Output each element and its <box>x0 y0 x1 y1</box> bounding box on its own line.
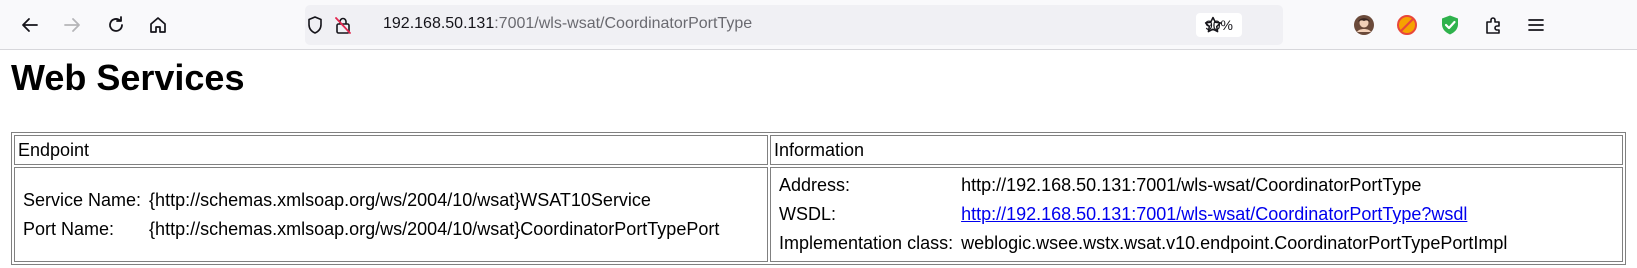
check-shield-extension-icon <box>1442 15 1458 35</box>
table-header-row: Endpoint Information <box>14 135 1623 165</box>
implementation-label: Implementation class: <box>779 233 954 253</box>
implementation-row: Implementation class: weblogic.wsee.wstx… <box>776 230 1510 257</box>
extensions-icon <box>1486 17 1500 34</box>
implementation-value: weblogic.wsee.wstx.wsat.v10.endpoint.Coo… <box>961 233 1508 253</box>
star-icon <box>1204 16 1222 33</box>
wsdl-link[interactable]: http://192.168.50.131:7001/wls-wsat/Coor… <box>961 204 1467 224</box>
port-name-row: Port Name: {http://schemas.xmlsoap.org/w… <box>20 216 722 243</box>
back-arrow-icon <box>22 18 38 32</box>
information-header: Information <box>770 135 1623 165</box>
shield-icon <box>308 16 322 34</box>
url-path: :7001/wls-wsat/CoordinatorPortType <box>494 15 753 32</box>
web-services-table: Endpoint Information Service Name: {http… <box>11 132 1626 265</box>
bookmark-page-button[interactable] <box>1203 15 1223 40</box>
endpoint-cell: Service Name: {http://schemas.xmlsoap.or… <box>14 167 768 262</box>
url-text[interactable]: 192.168.50.131:7001/wls-wsat/Coordinator… <box>383 15 752 33</box>
url-bar[interactable]: 192.168.50.131:7001/wls-wsat/Coordinator… <box>305 5 1283 45</box>
site-security-button[interactable] <box>333 15 353 40</box>
app-menu-button[interactable] <box>1519 8 1553 42</box>
home-button[interactable] <box>141 8 175 42</box>
blocked-extension-icon <box>1397 15 1417 35</box>
extension-shield-button[interactable] <box>1433 8 1467 42</box>
address-row: Address: http://192.168.50.131:7001/wls-… <box>776 172 1510 199</box>
page-title: Web Services <box>11 57 245 98</box>
forward-button[interactable] <box>55 8 89 42</box>
wsdl-cell: http://192.168.50.131:7001/wls-wsat/Coor… <box>958 201 1510 228</box>
service-name-value: {http://schemas.xmlsoap.org/ws/2004/10/w… <box>149 189 651 210</box>
table-row: Service Name: {http://schemas.xmlsoap.or… <box>14 167 1623 262</box>
menu-icon <box>1528 19 1544 31</box>
insecure-lock-icon <box>335 17 351 34</box>
forward-arrow-icon <box>64 18 80 32</box>
service-name-label: Service Name: <box>23 189 142 210</box>
reload-icon <box>109 16 123 32</box>
service-name-row: Service Name: {http://schemas.xmlsoap.or… <box>20 187 722 214</box>
browser-toolbar: 192.168.50.131:7001/wls-wsat/Coordinator… <box>0 0 1637 50</box>
port-name-label: Port Name: <box>23 218 115 239</box>
wsdl-label: WSDL: <box>779 204 837 224</box>
information-cell: Address: http://192.168.50.131:7001/wls-… <box>770 167 1623 262</box>
back-button[interactable] <box>13 8 47 42</box>
avatar-icon <box>1354 15 1374 35</box>
account-button[interactable] <box>1347 8 1381 42</box>
wsdl-row: WSDL: http://192.168.50.131:7001/wls-wsa… <box>776 201 1510 228</box>
endpoint-details: Service Name: {http://schemas.xmlsoap.or… <box>18 185 724 245</box>
extension-blocker-button[interactable] <box>1390 8 1424 42</box>
port-name-value: {http://schemas.xmlsoap.org/ws/2004/10/w… <box>149 218 720 239</box>
tracking-protection-button[interactable] <box>305 15 325 40</box>
information-details: Address: http://192.168.50.131:7001/wls-… <box>774 170 1512 259</box>
extensions-button[interactable] <box>1476 8 1510 42</box>
reload-button[interactable] <box>99 8 133 42</box>
url-host: 192.168.50.131 <box>383 15 495 32</box>
endpoint-header: Endpoint <box>14 135 768 165</box>
home-icon <box>150 17 166 33</box>
address-label: Address: <box>779 175 851 195</box>
address-value: http://192.168.50.131:7001/wls-wsat/Coor… <box>961 175 1422 195</box>
